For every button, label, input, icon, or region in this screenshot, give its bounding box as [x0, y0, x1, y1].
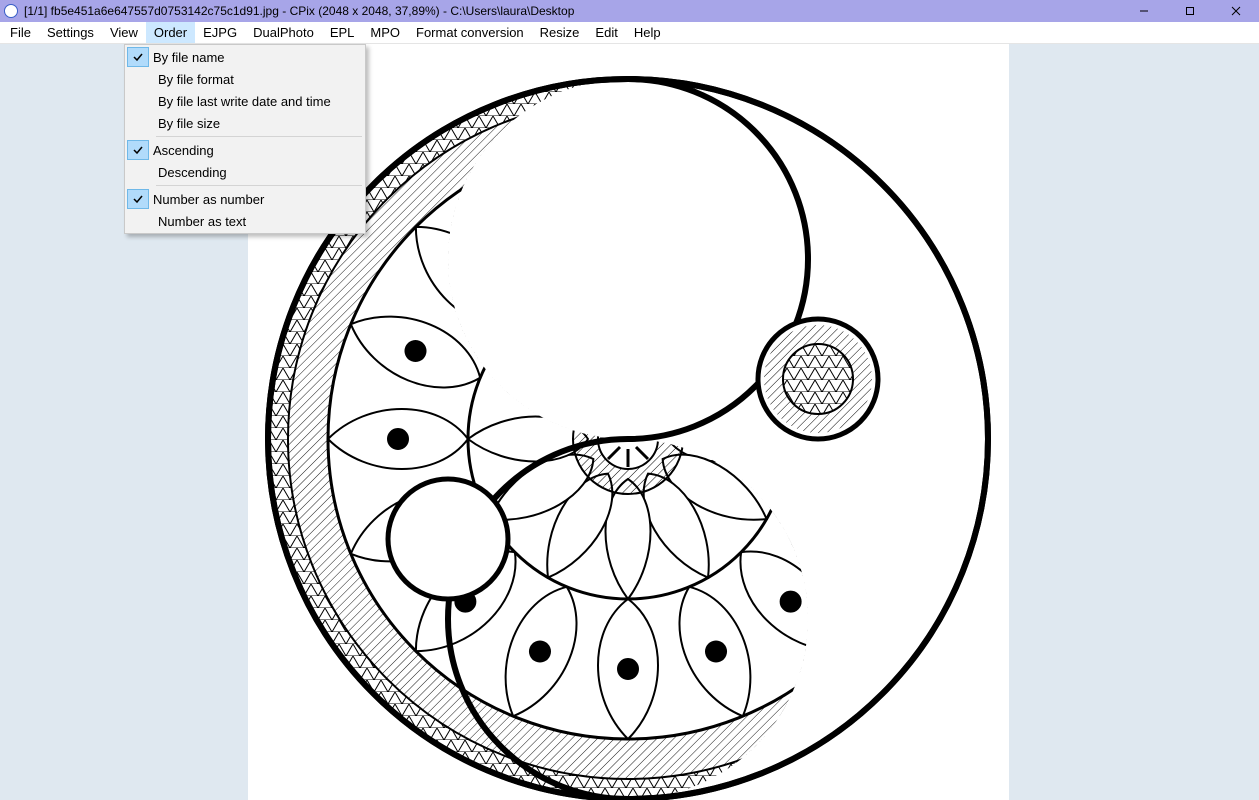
close-button[interactable]: [1213, 0, 1259, 22]
minimize-button[interactable]: [1121, 0, 1167, 22]
menuitem-label: By file last write date and time: [154, 94, 331, 109]
menuitem-label: Ascending: [149, 143, 214, 158]
menu-settings[interactable]: Settings: [39, 22, 102, 43]
order-by-file-size[interactable]: By file size: [126, 112, 364, 134]
checkmark-icon: [127, 140, 149, 160]
menu-separator: [156, 185, 362, 186]
menu-dualphoto[interactable]: DualPhoto: [245, 22, 322, 43]
menu-view[interactable]: View: [102, 22, 146, 43]
menu-formatconversion[interactable]: Format conversion: [408, 22, 532, 43]
menu-epl[interactable]: EPL: [322, 22, 363, 43]
menuitem-label: By file name: [149, 50, 225, 65]
order-number-as-text[interactable]: Number as text: [126, 210, 364, 232]
order-descending[interactable]: Descending: [126, 161, 364, 183]
menu-mpo[interactable]: MPO: [362, 22, 408, 43]
menubar: File Settings View Order EJPG DualPhoto …: [0, 22, 1259, 44]
titlebar: [1/1] fb5e451a6e647557d0753142c75c1d91.j…: [0, 0, 1259, 22]
menuitem-label: By file size: [154, 116, 220, 131]
order-dropdown: By file name By file format By file last…: [124, 44, 366, 234]
checkmark-icon: [127, 47, 149, 67]
menuitem-label: By file format: [154, 72, 234, 87]
window-controls: [1121, 0, 1259, 22]
order-number-as-number[interactable]: Number as number: [126, 188, 364, 210]
order-ascending[interactable]: Ascending: [126, 139, 364, 161]
order-by-file-last-write[interactable]: By file last write date and time: [126, 90, 364, 112]
maximize-button[interactable]: [1167, 0, 1213, 22]
menu-help[interactable]: Help: [626, 22, 669, 43]
menu-file[interactable]: File: [2, 22, 39, 43]
order-by-file-name[interactable]: By file name: [126, 46, 364, 68]
checkmark-icon: [127, 189, 149, 209]
menu-order[interactable]: Order: [146, 22, 195, 43]
menu-resize[interactable]: Resize: [532, 22, 588, 43]
menuitem-label: Number as text: [154, 214, 246, 229]
order-by-file-format[interactable]: By file format: [126, 68, 364, 90]
menu-edit[interactable]: Edit: [587, 22, 625, 43]
menu-ejpg[interactable]: EJPG: [195, 22, 245, 43]
window-title: [1/1] fb5e451a6e647557d0753142c75c1d91.j…: [24, 4, 574, 18]
menu-separator: [156, 136, 362, 137]
menuitem-label: Descending: [154, 165, 227, 180]
menuitem-label: Number as number: [149, 192, 264, 207]
app-icon: [4, 4, 18, 18]
